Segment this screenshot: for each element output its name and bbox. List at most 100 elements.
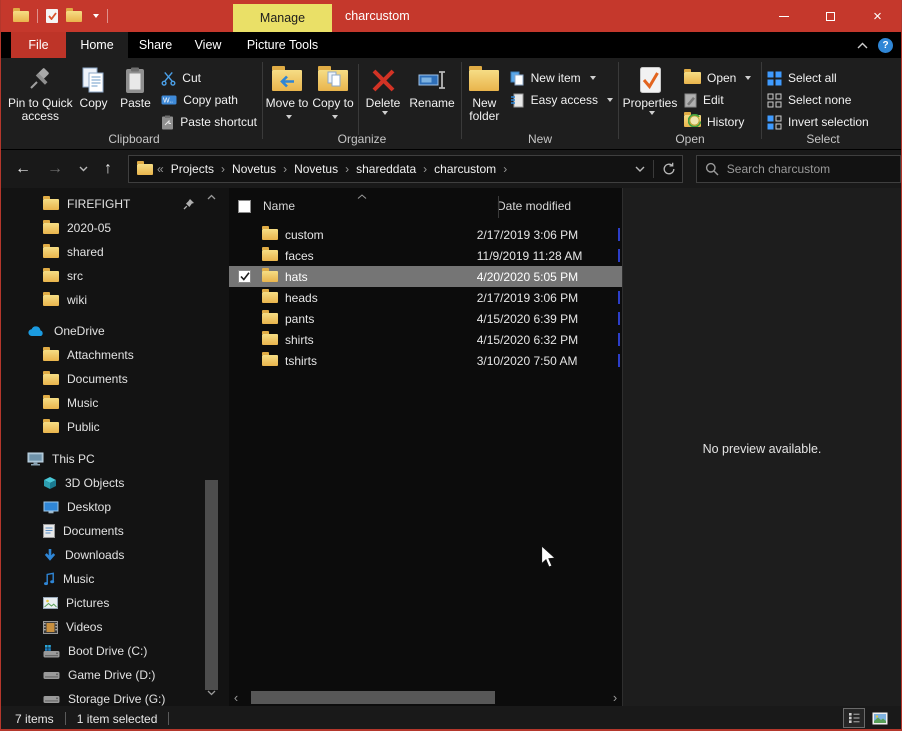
horizontal-scrollbar-thumb[interactable] xyxy=(251,691,495,704)
minimize-button[interactable] xyxy=(760,0,807,32)
sidebar-item-desktop[interactable]: Desktop xyxy=(1,495,229,519)
tab-file[interactable]: File xyxy=(11,32,66,58)
help-icon[interactable]: ? xyxy=(878,38,893,53)
qat-customize-dropdown-icon[interactable] xyxy=(93,14,99,18)
status-bar: 7 items 1 item selected xyxy=(1,706,901,731)
file-row-custom[interactable]: custom 2/17/2019 3:06 PM xyxy=(229,224,622,245)
select-all-button[interactable]: Select all xyxy=(763,67,873,89)
breadcrumb-item[interactable]: Novetus xyxy=(289,162,343,176)
up-button[interactable]: ↑ xyxy=(96,160,120,178)
address-dropdown-icon[interactable] xyxy=(635,166,645,172)
pin-icon xyxy=(183,198,195,210)
file-row-hats[interactable]: hats 4/20/2020 5:05 PM xyxy=(229,266,622,287)
tab-picture-tools[interactable]: Picture Tools xyxy=(233,32,332,58)
cut-button[interactable]: Cut xyxy=(157,67,261,89)
folder-icon xyxy=(43,398,59,409)
onedrive-cloud-icon xyxy=(27,325,46,337)
file-row-pants[interactable]: pants 4/15/2020 6:39 PM xyxy=(229,308,622,329)
file-row-faces[interactable]: faces 11/9/2019 11:28 AM xyxy=(229,245,622,266)
select-all-checkbox[interactable] xyxy=(238,200,251,213)
back-button[interactable]: ← xyxy=(7,160,39,178)
sidebar-item-src[interactable]: src xyxy=(1,264,229,288)
sidebar-item-videos[interactable]: Videos xyxy=(1,615,229,639)
horizontal-scrollbar[interactable]: ‹ › xyxy=(230,690,621,705)
column-divider[interactable] xyxy=(498,196,499,218)
collapse-ribbon-icon[interactable] xyxy=(857,42,868,49)
details-view-button[interactable] xyxy=(843,708,865,728)
file-row-heads[interactable]: heads 2/17/2019 3:06 PM xyxy=(229,287,622,308)
breadcrumb-item[interactable]: Projects xyxy=(166,162,219,176)
sidebar-item-storage-drive[interactable]: Storage Drive (G:) xyxy=(1,687,229,706)
tab-home[interactable]: Home xyxy=(66,32,128,58)
navigation-bar: ← → ↑ « Projects › Novetus › Novetus › s… xyxy=(1,150,901,188)
refresh-icon[interactable] xyxy=(662,162,676,176)
file-list-pane: Name Date modified custom 2/17/2019 3:06… xyxy=(229,188,623,706)
file-row-shirts[interactable]: shirts 4/15/2020 6:32 PM xyxy=(229,329,622,350)
sidebar-scrollbar[interactable] xyxy=(205,190,218,704)
select-none-button[interactable]: Select none xyxy=(763,89,873,111)
breadcrumb-overflow[interactable]: « xyxy=(155,162,166,176)
maximize-button[interactable] xyxy=(807,0,854,32)
ribbon-separator xyxy=(262,62,263,139)
sidebar-item-firefight[interactable]: FIREFIGHT xyxy=(1,192,229,216)
sidebar-scrollbar-thumb[interactable] xyxy=(205,480,218,690)
tab-view[interactable]: View xyxy=(183,32,233,58)
qat-separator xyxy=(37,9,38,23)
easy-access-button[interactable]: Easy access xyxy=(506,89,617,111)
sidebar-item-this-pc[interactable]: This PC xyxy=(1,447,229,471)
forward-button[interactable]: → xyxy=(39,160,71,178)
sidebar-item-shared[interactable]: shared xyxy=(1,240,229,264)
file-row-tshirts[interactable]: tshirts 3/10/2020 7:50 AM xyxy=(229,350,622,371)
sidebar-item-downloads[interactable]: Downloads xyxy=(1,543,229,567)
scroll-right-icon[interactable]: › xyxy=(609,690,621,705)
row-checkbox[interactable] xyxy=(238,270,251,283)
sidebar-item-3d-objects[interactable]: 3D Objects xyxy=(1,471,229,495)
close-button[interactable]: × xyxy=(854,0,901,32)
recent-locations-icon[interactable] xyxy=(71,166,96,172)
sidebar-item-onedrive[interactable]: OneDrive xyxy=(1,319,229,343)
tab-share[interactable]: Share xyxy=(128,32,183,58)
search-input[interactable] xyxy=(727,162,892,176)
svg-text:W..: W.. xyxy=(163,98,173,105)
column-header-name[interactable]: Name xyxy=(263,199,497,213)
edit-button[interactable]: Edit xyxy=(680,89,755,111)
explorer-folder-icon[interactable] xyxy=(13,11,29,22)
manage-contextual-tab[interactable]: Manage xyxy=(233,4,332,32)
sidebar-item-documents-onedrive[interactable]: Documents xyxy=(1,367,229,391)
qat-new-folder-icon[interactable] xyxy=(66,11,82,22)
sidebar-item-public[interactable]: Public xyxy=(1,415,229,439)
breadcrumb-item[interactable]: charcustom xyxy=(429,162,501,176)
scroll-left-icon[interactable]: ‹ xyxy=(230,690,242,705)
preview-pane: No preview available. xyxy=(623,188,901,706)
sidebar-item-music[interactable]: Music xyxy=(1,567,229,591)
group-label-clipboard: Clipboard xyxy=(7,132,261,146)
sidebar-item-wiki[interactable]: wiki xyxy=(1,288,229,312)
sidebar-item-game-drive[interactable]: Game Drive (D:) xyxy=(1,663,229,687)
sidebar-item-music-onedrive[interactable]: Music xyxy=(1,391,229,415)
status-divider xyxy=(65,712,66,725)
history-button[interactable]: History xyxy=(680,111,755,133)
open-button[interactable]: Open xyxy=(680,67,755,89)
selection-count: 1 item selected xyxy=(77,712,158,726)
sidebar-item-2020-05[interactable]: 2020-05 xyxy=(1,216,229,240)
sidebar-item-documents[interactable]: Documents xyxy=(1,519,229,543)
copy-path-button[interactable]: W.. Copy path xyxy=(157,89,261,111)
cube-icon xyxy=(43,476,57,490)
breadcrumb-item[interactable]: Novetus xyxy=(227,162,281,176)
window-title: charcustom xyxy=(345,0,410,32)
folder-icon xyxy=(262,250,278,261)
sidebar-item-pictures[interactable]: Pictures xyxy=(1,591,229,615)
new-item-button[interactable]: New item xyxy=(506,67,617,89)
thumbnail-view-button[interactable] xyxy=(869,708,891,728)
breadcrumb-item[interactable]: shareddata xyxy=(351,162,421,176)
column-header-date-modified[interactable]: Date modified xyxy=(497,199,571,213)
address-bar[interactable]: « Projects › Novetus › Novetus › sharedd… xyxy=(128,155,683,183)
paste-shortcut-button[interactable]: Paste shortcut xyxy=(157,111,261,133)
search-box[interactable] xyxy=(696,155,901,183)
invert-selection-button[interactable]: Invert selection xyxy=(763,111,873,133)
breadcrumb-separator: › xyxy=(501,162,509,176)
sidebar-item-attachments[interactable]: Attachments xyxy=(1,343,229,367)
qat-properties-icon[interactable] xyxy=(46,9,58,23)
sidebar-item-boot-drive[interactable]: Boot Drive (C:) xyxy=(1,639,229,663)
open-folder-icon xyxy=(684,72,701,84)
